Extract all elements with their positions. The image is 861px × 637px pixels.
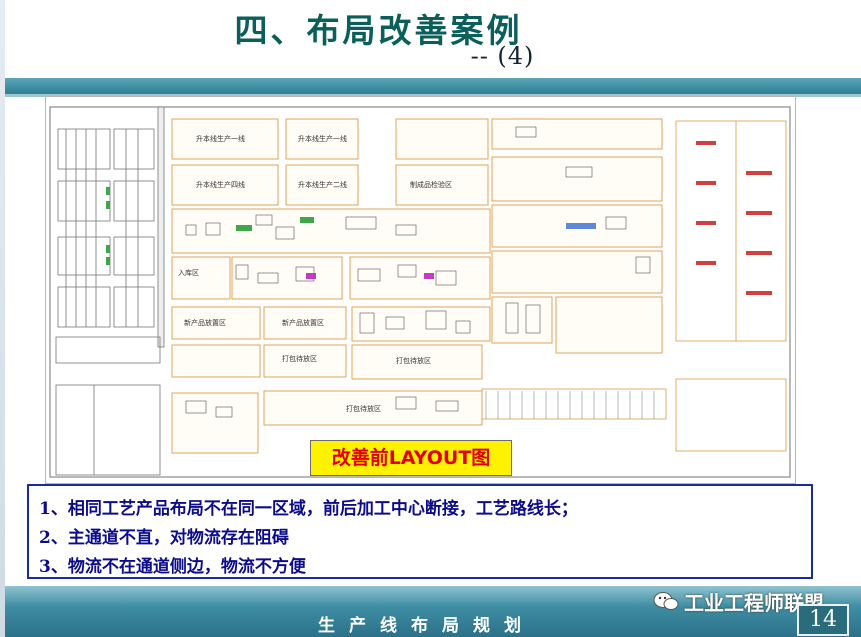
production-blocks (171, 118, 663, 454)
slide-subtitle: -- (4) (470, 42, 535, 70)
region-label: 升本线生产一线 (298, 134, 347, 143)
region-label: 升本线生产四线 (196, 180, 245, 189)
conveyor-lines (485, 391, 655, 419)
region-label: 打包待放区 (396, 356, 431, 365)
office-area (55, 336, 161, 476)
header-band (5, 78, 861, 97)
left-racks (57, 106, 165, 348)
region-label: 入库区 (178, 268, 199, 277)
region-label: 打包待放区 (282, 354, 317, 363)
issue-item: 1、相同工艺产品布局不在同一区域，前后加工中心断接，工艺路线长； (39, 499, 578, 519)
issue-item: 2、主通道不直，对物流存在阻碍 (39, 528, 289, 548)
wechat-icon (653, 592, 679, 610)
layout-drawing: 升本线生产一线 升本线生产一线 升本线生产四线 升本线生产二线 制成品检验区 入… (45, 96, 796, 484)
layout-caption: 改善前LAYOUT图 (310, 440, 512, 476)
region-label: 制成品检验区 (410, 180, 452, 189)
region-label: 升本线生产一线 (196, 134, 245, 143)
region-label: 升本线生产二线 (298, 180, 347, 189)
region-label: 新产品放置区 (184, 318, 226, 327)
rack-markers (106, 187, 110, 265)
footer-title: 生产线布局规划 (318, 616, 535, 636)
issues-box: 1、相同工艺产品布局不在同一区域，前后加工中心断接，工艺路线长； 2、主通道不直… (27, 484, 813, 579)
floor-plan: 升本线生产一线 升本线生产一线 升本线生产四线 升本线生产二线 制成品检验区 入… (49, 106, 791, 478)
issue-item: 3、物流不在通道侧边，物流不方便 (39, 557, 306, 577)
region-label: 新产品放置区 (282, 318, 324, 327)
page-number: 14 (797, 604, 849, 636)
region-label: 打包待放区 (346, 404, 381, 413)
